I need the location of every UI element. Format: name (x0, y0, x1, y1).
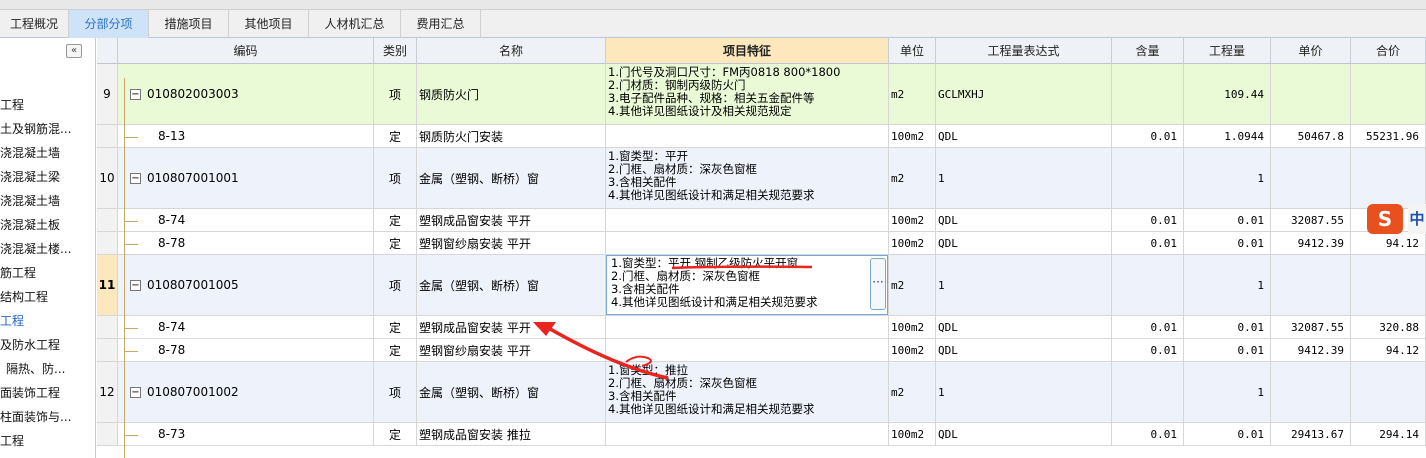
annotation-overlay (533, 265, 813, 380)
annotation-underline (671, 265, 813, 270)
annotation-scribble (625, 355, 652, 367)
annotation-arrow-line (544, 324, 669, 380)
